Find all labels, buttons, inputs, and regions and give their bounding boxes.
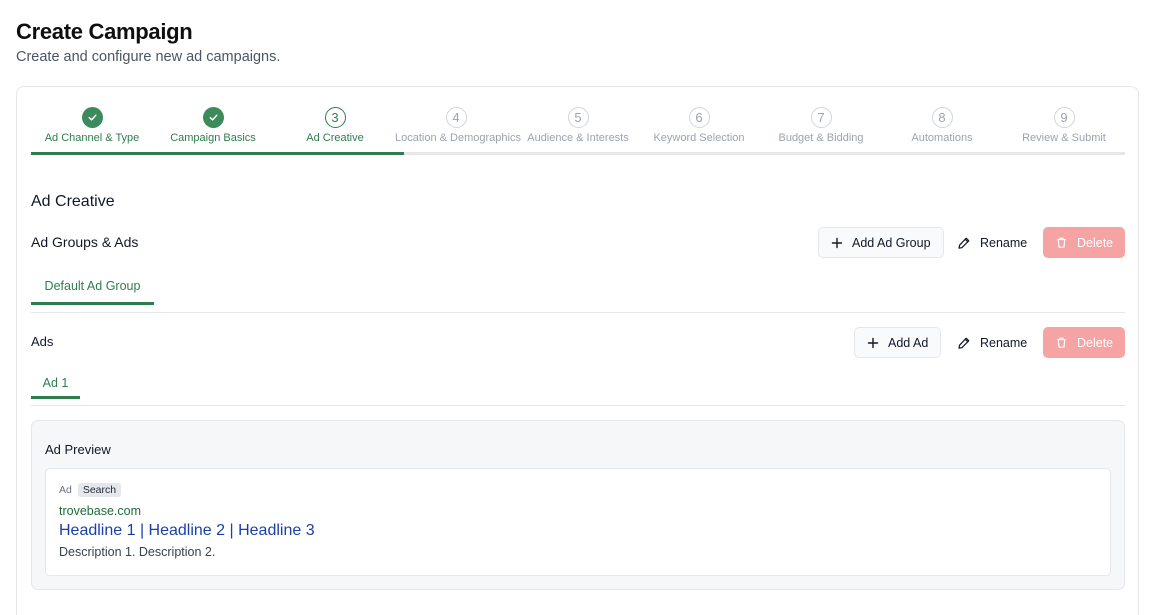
ads-title: Ads [31, 334, 54, 349]
ad-label: Ad [59, 484, 72, 496]
ad-group-divider [31, 312, 1125, 313]
ad-type-badge: Search [77, 483, 122, 497]
step-3-number: 3 [324, 107, 346, 128]
tab-ad-1[interactable]: Ad 1 [31, 376, 80, 390]
step-7[interactable]: 7 Budget & Bidding [760, 107, 882, 144]
step-3-label: Ad Creative [306, 132, 364, 144]
rename-ad-label: Rename [980, 335, 1028, 350]
delete-ad-button[interactable]: Delete [1043, 327, 1126, 358]
step-4[interactable]: 4 Location & Demographics [395, 107, 521, 144]
step-1-label: Ad Channel & Type [44, 132, 140, 144]
step-4-label: Location & Demographics [395, 132, 521, 144]
add-ad-group-label: Add Ad Group [852, 235, 931, 250]
ad-description: Description 1. Description 2. [59, 545, 216, 559]
step-3[interactable]: 3 Ad Creative [274, 107, 396, 144]
step-1[interactable]: Ad Channel & Type [31, 107, 153, 144]
step-6-number: 6 [688, 107, 710, 128]
rename-ad-group-label: Rename [980, 235, 1028, 250]
add-ad-button[interactable]: Add Ad [854, 327, 942, 358]
step-6[interactable]: 6 Keyword Selection [638, 107, 760, 144]
tab-ad-1-underline [31, 396, 80, 399]
pencil-icon [958, 337, 970, 349]
step-7-label: Budget & Bidding [778, 132, 864, 144]
step-8[interactable]: 8 Automations [881, 107, 1003, 144]
page-header: Create Campaign Create and configure new… [16, 18, 280, 67]
delete-ad-label: Delete [1077, 335, 1114, 350]
step-5[interactable]: 5 Audience & Interests [517, 107, 639, 144]
ads-divider [31, 405, 1125, 406]
plus-icon [831, 237, 843, 248]
campaign-card: Ad Channel & Type Campaign Basics 3 Ad C… [16, 86, 1139, 615]
step-8-label: Automations [911, 132, 973, 144]
pencil-icon [958, 237, 970, 249]
ad-preview-panel: Ad Preview Ad Search trovebase.com Headl… [31, 420, 1125, 590]
trash-icon [1057, 337, 1066, 348]
step-2-label: Campaign Basics [170, 132, 256, 144]
stepper-progress-bar [31, 152, 404, 155]
step-5-label: Audience & Interests [527, 132, 629, 144]
ad-groups-title: Ad Groups & Ads [31, 234, 139, 250]
step-8-number: 8 [931, 107, 953, 128]
step-2-check-icon [202, 107, 224, 128]
delete-ad-group-label: Delete [1077, 235, 1114, 250]
ad-headline: Headline 1 | Headline 2 | Headline 3 [59, 522, 315, 539]
delete-ad-group-button[interactable]: Delete [1043, 227, 1126, 258]
step-5-number: 5 [567, 107, 589, 128]
ad-meta: Ad Search [59, 483, 122, 497]
tab-default-ad-group[interactable]: Default Ad Group [31, 279, 154, 293]
step-9[interactable]: 9 Review & Submit [1003, 107, 1125, 144]
step-2[interactable]: Campaign Basics [152, 107, 274, 144]
step-7-number: 7 [810, 107, 832, 128]
step-9-number: 9 [1053, 107, 1075, 128]
tab-default-ad-group-underline [31, 302, 154, 305]
section-title: Ad Creative [31, 193, 115, 210]
plus-icon [867, 337, 879, 348]
step-1-check-icon [81, 107, 103, 128]
ad-preview-title: Ad Preview [45, 442, 111, 457]
step-6-label: Keyword Selection [653, 132, 745, 144]
rename-ad-group-button[interactable]: Rename [945, 227, 1039, 258]
step-9-label: Review & Submit [1022, 132, 1106, 144]
ad-display-url: trovebase.com [59, 504, 141, 518]
rename-ad-button[interactable]: Rename [945, 327, 1039, 358]
page-subtitle: Create and configure new ad campaigns. [16, 49, 281, 65]
step-4-number: 4 [445, 107, 467, 128]
page-title: Create Campaign [16, 19, 193, 44]
stepper-track [31, 152, 1125, 155]
ad-preview-box: Ad Search trovebase.com Headline 1 | Hea… [45, 468, 1111, 576]
add-ad-label: Add Ad [888, 335, 929, 350]
trash-icon [1057, 237, 1066, 248]
stepper: Ad Channel & Type Campaign Basics 3 Ad C… [31, 107, 1125, 157]
add-ad-group-button[interactable]: Add Ad Group [818, 227, 944, 258]
